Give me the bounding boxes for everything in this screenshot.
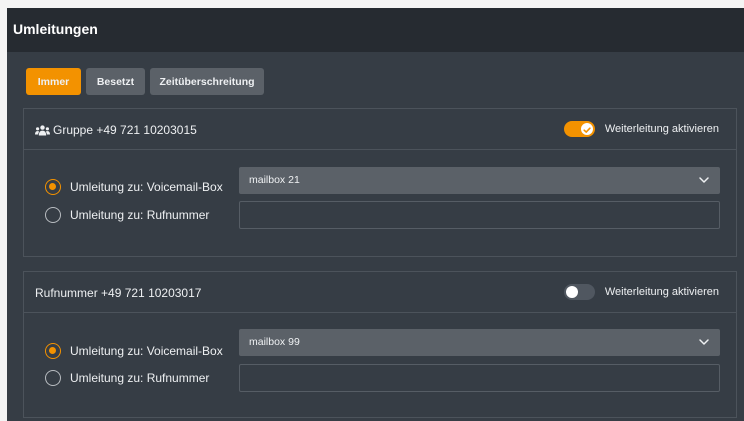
option-voicemail-row: Umleitung zu: Voicemail-Box	[45, 173, 223, 201]
number-input[interactable]	[239, 201, 720, 229]
toggle-label: Weiterleitung aktivieren	[604, 286, 719, 298]
voicemail-select[interactable]: mailbox 99	[239, 329, 720, 356]
tab-besetzt[interactable]: Besetzt	[86, 68, 145, 95]
option-number-row: Umleitung zu: Rufnummer	[45, 364, 209, 392]
radio-number[interactable]	[45, 370, 61, 386]
radio-voicemail[interactable]	[45, 179, 61, 195]
page-title: Umleitungen	[13, 21, 98, 37]
number-input[interactable]	[239, 364, 720, 392]
radio-number-label[interactable]: Umleitung zu: Rufnummer	[70, 208, 209, 222]
card-header: Rufnummer +49 721 10203017 Weiterleitung…	[24, 272, 736, 313]
forwarding-toggle-group: Weiterleitung aktivieren	[563, 284, 719, 300]
header-bar: Umleitungen	[7, 8, 744, 52]
group-icon	[35, 124, 50, 136]
option-voicemail-row: Umleitung zu: Voicemail-Box	[45, 337, 223, 365]
toggle-label: Weiterleitung aktivieren	[604, 123, 719, 135]
card-title-text: Gruppe +49 721 10203015	[53, 123, 197, 137]
forwarding-toggle[interactable]	[563, 121, 595, 137]
check-icon	[583, 127, 591, 133]
radio-number-label[interactable]: Umleitung zu: Rufnummer	[70, 371, 209, 385]
voicemail-select[interactable]: mailbox 21	[239, 167, 720, 194]
card-title-text: Rufnummer +49 721 10203017	[35, 286, 202, 300]
card-title: Rufnummer +49 721 10203017	[35, 286, 201, 300]
radio-voicemail-label[interactable]: Umleitung zu: Voicemail-Box	[70, 344, 223, 358]
voicemail-select-value: mailbox 99	[249, 336, 300, 348]
card-header: Gruppe +49 721 10203015 Weiterleitung ak…	[24, 109, 736, 150]
forwarding-card-group: Gruppe +49 721 10203015 Weiterleitung ak…	[23, 108, 737, 257]
forwarding-toggle[interactable]	[563, 284, 595, 300]
chevron-down-icon	[699, 177, 709, 183]
option-number-row: Umleitung zu: Rufnummer	[45, 201, 209, 229]
tab-zeitueberschreitung[interactable]: Zeitüberschreitung	[150, 68, 264, 95]
forwarding-card-number: Rufnummer +49 721 10203017 Weiterleitung…	[23, 271, 737, 418]
toggle-knob	[565, 286, 578, 298]
tab-immer[interactable]: Immer	[26, 68, 81, 95]
voicemail-select-value: mailbox 21	[249, 174, 300, 186]
toggle-knob	[580, 123, 593, 135]
chevron-down-icon	[699, 339, 709, 345]
forwarding-toggle-group: Weiterleitung aktivieren	[563, 121, 719, 137]
card-title: Gruppe +49 721 10203015	[35, 123, 197, 137]
radio-voicemail-label[interactable]: Umleitung zu: Voicemail-Box	[70, 180, 223, 194]
radio-voicemail[interactable]	[45, 343, 61, 359]
radio-number[interactable]	[45, 207, 61, 223]
